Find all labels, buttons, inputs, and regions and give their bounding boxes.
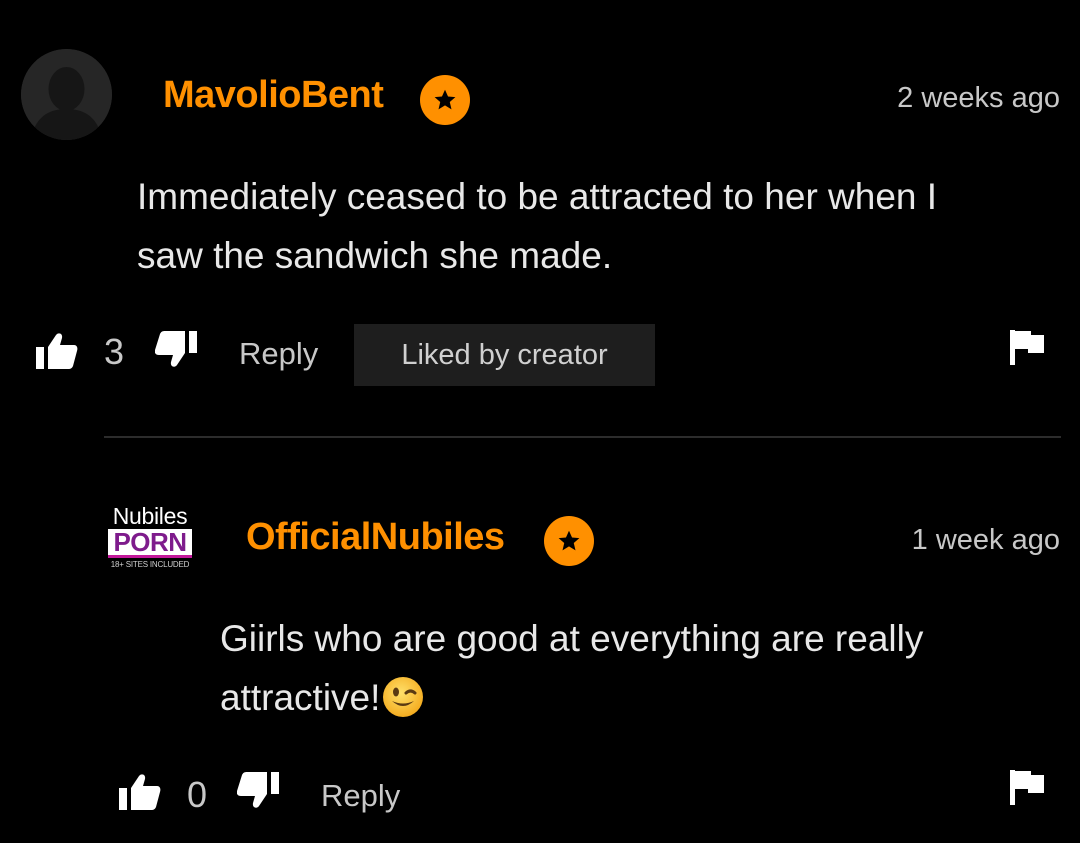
thumbs-up-icon bbox=[119, 774, 161, 810]
comment-divider bbox=[104, 436, 1061, 438]
comment-text-line: Immediately ceased to be attracted to he… bbox=[137, 176, 938, 217]
thumbs-down-button[interactable] bbox=[237, 771, 281, 809]
flag-icon bbox=[1010, 770, 1044, 805]
flag-button[interactable] bbox=[1010, 330, 1046, 371]
comment-text-line: Giirls who are good at everything are re… bbox=[220, 618, 924, 659]
username[interactable]: OfficialNubiles bbox=[246, 516, 505, 559]
flag-button[interactable] bbox=[1010, 770, 1046, 811]
flag-icon bbox=[1010, 330, 1044, 365]
thumbs-down-icon bbox=[155, 331, 197, 367]
comment-text-line: saw the sandwich she made. bbox=[137, 235, 613, 276]
thumbs-up-button[interactable] bbox=[36, 332, 78, 370]
logo-text-top: Nubiles bbox=[112, 503, 188, 529]
nubiles-porn-logo[interactable]: Nubiles PORN 18+ SITES INCLUDED bbox=[104, 505, 196, 571]
comment-body: Giirls who are good at everything are re… bbox=[220, 609, 1060, 735]
verified-star-badge bbox=[544, 516, 594, 566]
comment-text-line: attractive! bbox=[220, 668, 1060, 735]
verified-star-badge bbox=[420, 75, 470, 125]
reply-button[interactable]: Reply bbox=[239, 336, 318, 372]
username[interactable]: MavolioBent bbox=[163, 74, 384, 117]
star-icon bbox=[558, 530, 580, 551]
star-icon bbox=[434, 89, 456, 110]
comment-text-fragment: attractive! bbox=[220, 677, 381, 718]
thumbs-up-icon bbox=[36, 333, 78, 369]
thumbs-down-icon bbox=[237, 772, 279, 808]
comment-timestamp: 1 week ago bbox=[911, 524, 1060, 556]
logo-text-middle: PORN bbox=[108, 529, 192, 558]
comment-timestamp: 2 weeks ago bbox=[897, 82, 1060, 114]
liked-by-creator-badge: Liked by creator bbox=[354, 324, 655, 386]
logo-text-bottom: 18+ SITES INCLUDED bbox=[110, 560, 190, 569]
thumbs-up-button[interactable] bbox=[119, 773, 161, 811]
winking-emoji-icon bbox=[382, 676, 424, 735]
reply-button[interactable]: Reply bbox=[321, 778, 400, 814]
like-count: 3 bbox=[104, 331, 125, 372]
like-count: 0 bbox=[187, 774, 208, 815]
comment-body: Immediately ceased to be attracted to he… bbox=[137, 167, 1057, 285]
avatar-default[interactable] bbox=[21, 49, 112, 140]
default-avatar-icon bbox=[21, 49, 112, 140]
thumbs-down-button[interactable] bbox=[155, 330, 199, 368]
